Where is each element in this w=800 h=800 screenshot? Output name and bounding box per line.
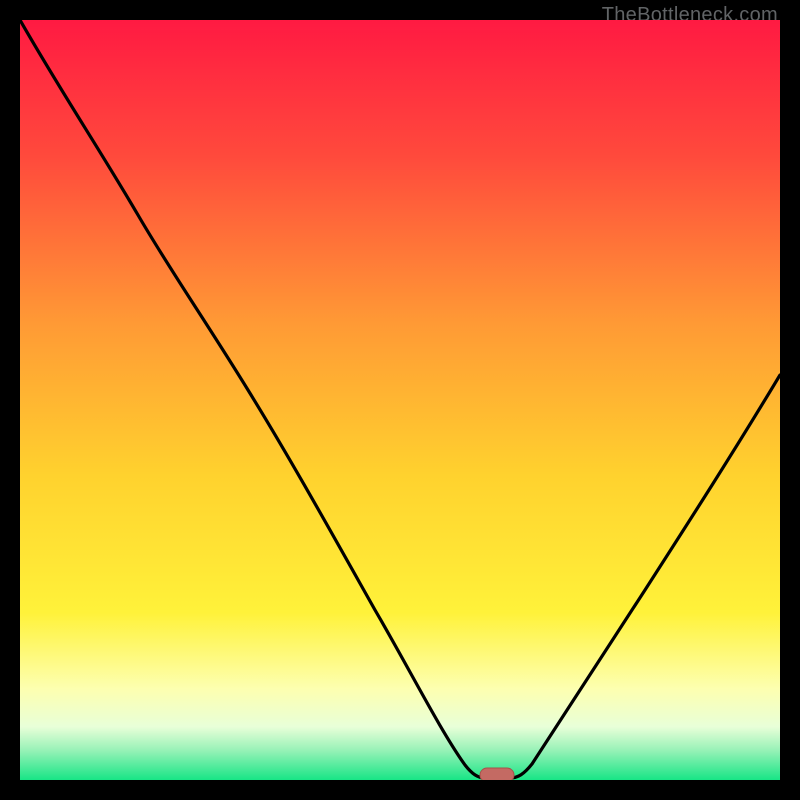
chart-svg — [20, 20, 780, 780]
optimal-marker — [480, 768, 514, 780]
bottleneck-chart — [20, 20, 780, 780]
gradient-background — [20, 20, 780, 780]
